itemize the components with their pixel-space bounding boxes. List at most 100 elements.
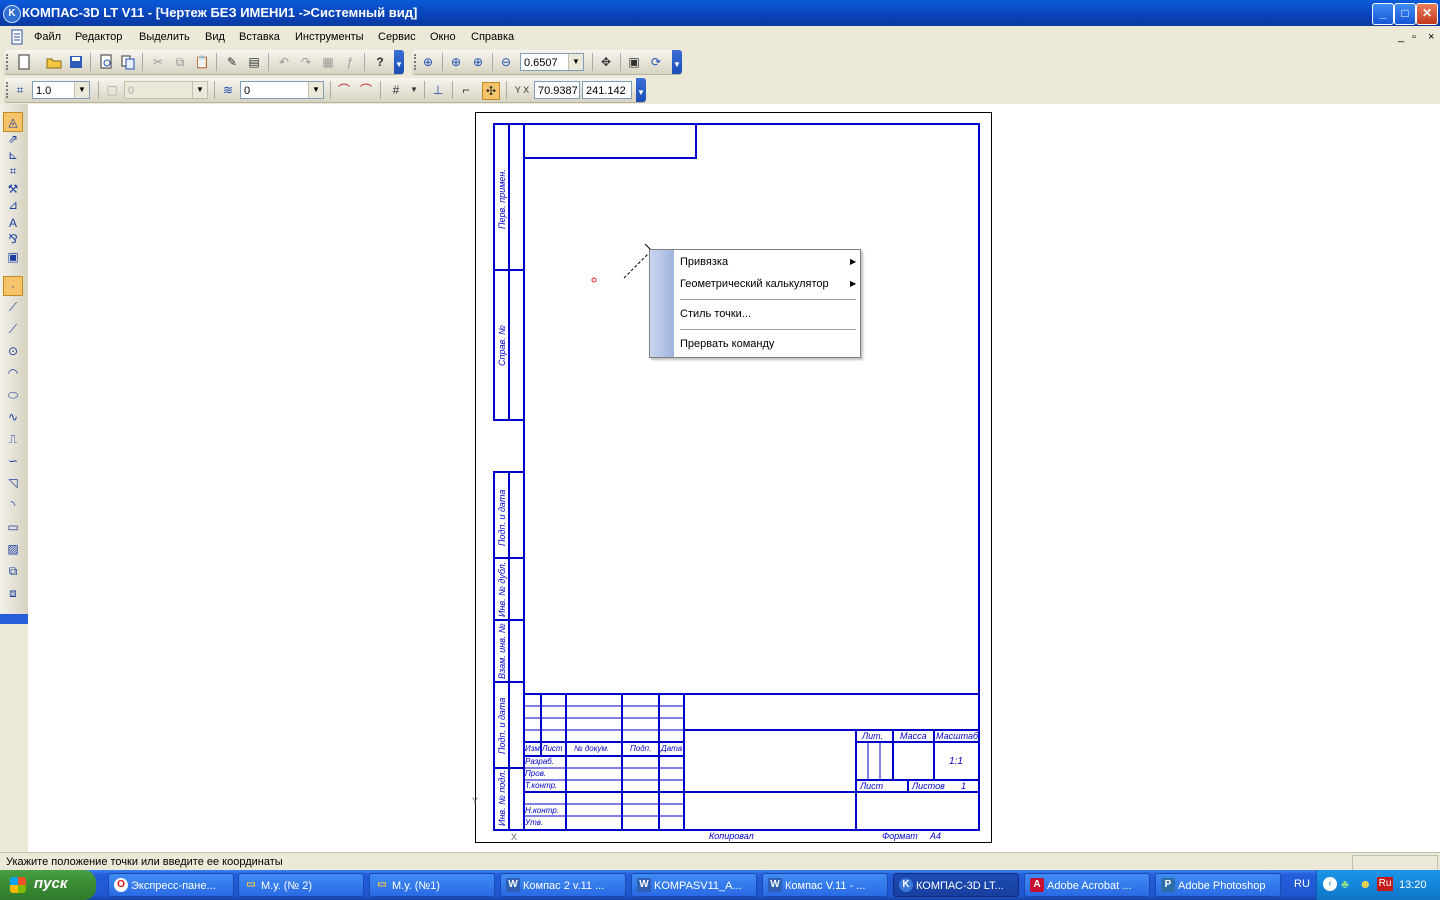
menu-help[interactable]: Справка bbox=[471, 31, 514, 43]
task-adobe-photoshop[interactable]: P Adobe Photoshop bbox=[1155, 873, 1281, 897]
tray-app-icon[interactable]: ☻ bbox=[1359, 877, 1373, 891]
step-combo[interactable]: 1.0 ▼ bbox=[32, 81, 90, 99]
arc-tool-icon[interactable]: ◠ bbox=[4, 364, 22, 382]
editing-panel-icon[interactable]: ⌗ bbox=[4, 162, 22, 180]
chamfer-tool-icon[interactable]: ◹ bbox=[4, 474, 22, 492]
layers-icon[interactable]: ≋ bbox=[220, 82, 236, 98]
ctx-geo-calc-item[interactable]: Геометрический калькулятор bbox=[680, 278, 829, 290]
menu-file[interactable]: Файл bbox=[34, 31, 61, 43]
ctx-snap-item[interactable]: Привязка bbox=[680, 256, 728, 268]
chevron-down-icon[interactable]: ▼ bbox=[308, 82, 323, 98]
open-folder-icon[interactable] bbox=[46, 54, 62, 70]
ctx-point-style-item[interactable]: Стиль точки... bbox=[680, 308, 751, 320]
menu-select[interactable]: Выделить bbox=[139, 31, 190, 43]
keyboard-layout-icon[interactable]: Ru bbox=[1377, 877, 1393, 891]
format-brush-icon[interactable]: ✎ bbox=[224, 54, 240, 70]
toolbar-overflow-chevron[interactable]: ▼ bbox=[394, 50, 404, 74]
cursor-step-icon[interactable]: ⌗ bbox=[12, 82, 28, 98]
geometry-panel-icon[interactable]: ◬ bbox=[3, 112, 23, 132]
round-coords-icon[interactable]: ✣ bbox=[482, 82, 500, 100]
measure-panel-icon[interactable]: ⊿ bbox=[4, 196, 22, 214]
toolbar-overflow-chevron[interactable]: ▼ bbox=[672, 50, 682, 74]
coord-y-field[interactable]: 241.142 bbox=[582, 81, 632, 99]
menu-view[interactable]: Вид bbox=[205, 31, 225, 43]
segment-tool-icon[interactable]: ⟋ bbox=[4, 320, 22, 338]
grid-icon[interactable]: # bbox=[388, 82, 404, 98]
pan-icon[interactable]: ✥ bbox=[598, 54, 614, 70]
toolbar-grip[interactable] bbox=[414, 54, 419, 70]
properties-icon[interactable]: ▤ bbox=[246, 54, 262, 70]
cut-icon[interactable]: ✂ bbox=[150, 54, 166, 70]
menu-tools[interactable]: Инструменты bbox=[295, 31, 364, 43]
undo-icon[interactable]: ↶ bbox=[276, 54, 292, 70]
menu-edit[interactable]: Редактор bbox=[75, 31, 122, 43]
redo-icon[interactable]: ↷ bbox=[298, 54, 314, 70]
ellipse-tool-icon[interactable]: ⬭ bbox=[4, 386, 22, 404]
task-folder-mu1[interactable]: ▭ М.у. (№1) bbox=[369, 873, 495, 897]
zoom-window-icon[interactable]: ⊕ bbox=[448, 54, 464, 70]
contour-tool-icon[interactable]: ⧉ bbox=[4, 562, 22, 580]
toolbar-grip[interactable] bbox=[6, 54, 11, 70]
task-folder-mu2[interactable]: ▭ М.у. (№ 2) bbox=[238, 873, 364, 897]
chevron-down-icon[interactable]: ▼ bbox=[406, 82, 422, 98]
library-icon[interactable]: ▦ bbox=[320, 54, 336, 70]
paste-icon[interactable]: 📋 bbox=[194, 54, 210, 70]
tray-expand-icon[interactable]: ‹ bbox=[1323, 877, 1337, 891]
equidistant-tool-icon[interactable]: ⧈ bbox=[4, 584, 22, 602]
task-kompas-lt[interactable]: K КОМПАС-3D LT... bbox=[893, 873, 1019, 897]
coord-x-field[interactable]: 70.9387 bbox=[534, 81, 580, 99]
print-preview-icon[interactable] bbox=[98, 54, 114, 70]
zoom-in-icon[interactable]: ⊕ bbox=[470, 54, 486, 70]
help-pointer-icon[interactable]: ? bbox=[372, 54, 388, 70]
variables-icon[interactable]: ƒ bbox=[342, 54, 358, 70]
point-tool-icon[interactable]: · bbox=[3, 276, 23, 296]
network-icon[interactable]: ♣ bbox=[1341, 877, 1355, 891]
new-document-icon[interactable] bbox=[16, 54, 32, 70]
rectangle-tool-icon[interactable]: ▭ bbox=[4, 518, 22, 536]
copy-icon[interactable]: ⧉ bbox=[172, 54, 188, 70]
spline-tool-icon[interactable]: ∿ bbox=[4, 408, 22, 426]
ortho-mode-icon[interactable]: ⌐ bbox=[458, 82, 474, 98]
zoom-scale-combo[interactable]: 0.6507 ▼ bbox=[520, 53, 584, 71]
snap-local-icon[interactable]: ⌒ bbox=[358, 82, 374, 98]
mdi-close-button[interactable]: × bbox=[1428, 31, 1434, 43]
show-all-icon[interactable]: ▣ bbox=[626, 54, 642, 70]
mdi-minimize-button[interactable]: _ bbox=[1398, 31, 1404, 43]
spec-panel-icon[interactable]: ▣ bbox=[4, 248, 22, 266]
task-word-kompas2[interactable]: W Компас 2 v.11 ... bbox=[500, 873, 626, 897]
snap-magnet-icon[interactable]: ⌒ bbox=[336, 82, 352, 98]
ctx-abort-command-item[interactable]: Прервать команду bbox=[680, 338, 774, 350]
close-button[interactable]: ✕ bbox=[1416, 3, 1438, 25]
task-word-kompasv11[interactable]: W Компас V.11 - ... bbox=[762, 873, 888, 897]
toolbar-overflow-chevron[interactable]: ▼ bbox=[636, 78, 646, 102]
refresh-icon[interactable]: ⟳ bbox=[648, 54, 664, 70]
local-cs-icon[interactable]: ⊥ bbox=[430, 82, 446, 98]
language-indicator[interactable]: RU bbox=[1294, 878, 1310, 890]
associative-view-icon[interactable]: ⅋ bbox=[4, 230, 22, 248]
bezier-tool-icon[interactable]: ∽ bbox=[4, 452, 22, 470]
save-icon[interactable] bbox=[68, 54, 84, 70]
hatch-tool-icon[interactable]: ▨ bbox=[4, 540, 22, 558]
drawing-canvas[interactable]: Y X Перв. примен. Справ. № Подп. и дата … bbox=[28, 104, 1440, 852]
menu-insert[interactable]: Вставка bbox=[239, 31, 280, 43]
drawing-sheet[interactable]: Y X bbox=[28, 104, 1440, 852]
chevron-down-icon[interactable]: ▼ bbox=[74, 82, 89, 98]
menu-service[interactable]: Сервис bbox=[378, 31, 416, 43]
fillet-tool-icon[interactable]: ◝ bbox=[4, 496, 22, 514]
layer-combo[interactable]: 0 ▼ bbox=[240, 81, 324, 99]
task-adobe-acrobat[interactable]: A Adobe Acrobat ... bbox=[1024, 873, 1150, 897]
polyline-tool-icon[interactable]: ⎍ bbox=[4, 430, 22, 448]
auxiliary-line-icon[interactable]: ⟋ bbox=[4, 298, 22, 316]
start-button[interactable]: пуск bbox=[0, 870, 96, 900]
zoom-out-icon[interactable]: ⊖ bbox=[498, 54, 514, 70]
toolbar-grip[interactable] bbox=[6, 82, 11, 98]
document-manager-icon[interactable] bbox=[120, 54, 136, 70]
toolbar-expand-bar[interactable] bbox=[0, 614, 28, 624]
menu-window[interactable]: Окно bbox=[430, 31, 456, 43]
chevron-down-icon[interactable]: ▼ bbox=[568, 54, 583, 70]
task-word-kompasv11a[interactable]: W KOMPASV11_A... bbox=[631, 873, 757, 897]
mdi-restore-button[interactable]: ▫ bbox=[1412, 31, 1416, 43]
circle-tool-icon[interactable]: ⊙ bbox=[4, 342, 22, 360]
maximize-button[interactable]: □ bbox=[1394, 3, 1416, 25]
task-express-panel[interactable]: O Экспресс-пане... bbox=[108, 873, 234, 897]
